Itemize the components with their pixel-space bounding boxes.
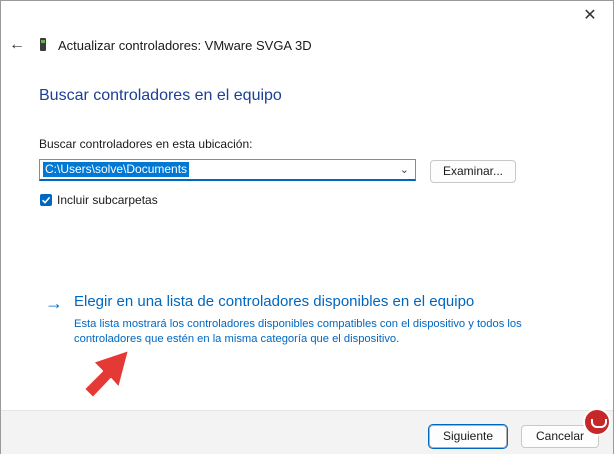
browse-button[interactable]: Examinar... [430, 160, 516, 183]
update-drivers-window: ✕ ← Actualizar controladores: VMware SVG… [0, 0, 614, 454]
choose-driver-list-description[interactable]: Esta lista mostrará los controladores di… [74, 317, 564, 347]
window-title: Actualizar controladores: VMware SVGA 3D [58, 38, 312, 53]
next-button[interactable]: Siguiente [428, 424, 508, 449]
close-icon[interactable]: ✕ [579, 7, 601, 25]
checkmark-icon [41, 196, 51, 204]
display-adapter-icon [40, 38, 46, 51]
pointer-arrow-icon [83, 349, 130, 399]
back-arrow-icon[interactable]: ← [9, 37, 25, 53]
chevron-down-icon[interactable]: ⌄ [400, 163, 409, 176]
right-arrow-icon: → [45, 293, 63, 313]
include-subfolders-checkbox[interactable] [40, 194, 52, 206]
location-label: Buscar controladores en esta ubicación: [39, 137, 253, 151]
choose-driver-list-title[interactable]: Elegir en una lista de controladores dis… [74, 293, 474, 310]
page-title: Buscar controladores en el equipo [39, 87, 282, 104]
include-subfolders-label[interactable]: Incluir subcarpetas [57, 193, 158, 207]
dialog-footer: Siguiente Cancelar [1, 410, 613, 454]
watermark-logo [583, 408, 611, 436]
driver-path-input[interactable]: C:\Users\solve\Documents [43, 162, 190, 177]
driver-path-combobox[interactable]: C:\Users\solve\Documents ⌄ [39, 159, 416, 181]
